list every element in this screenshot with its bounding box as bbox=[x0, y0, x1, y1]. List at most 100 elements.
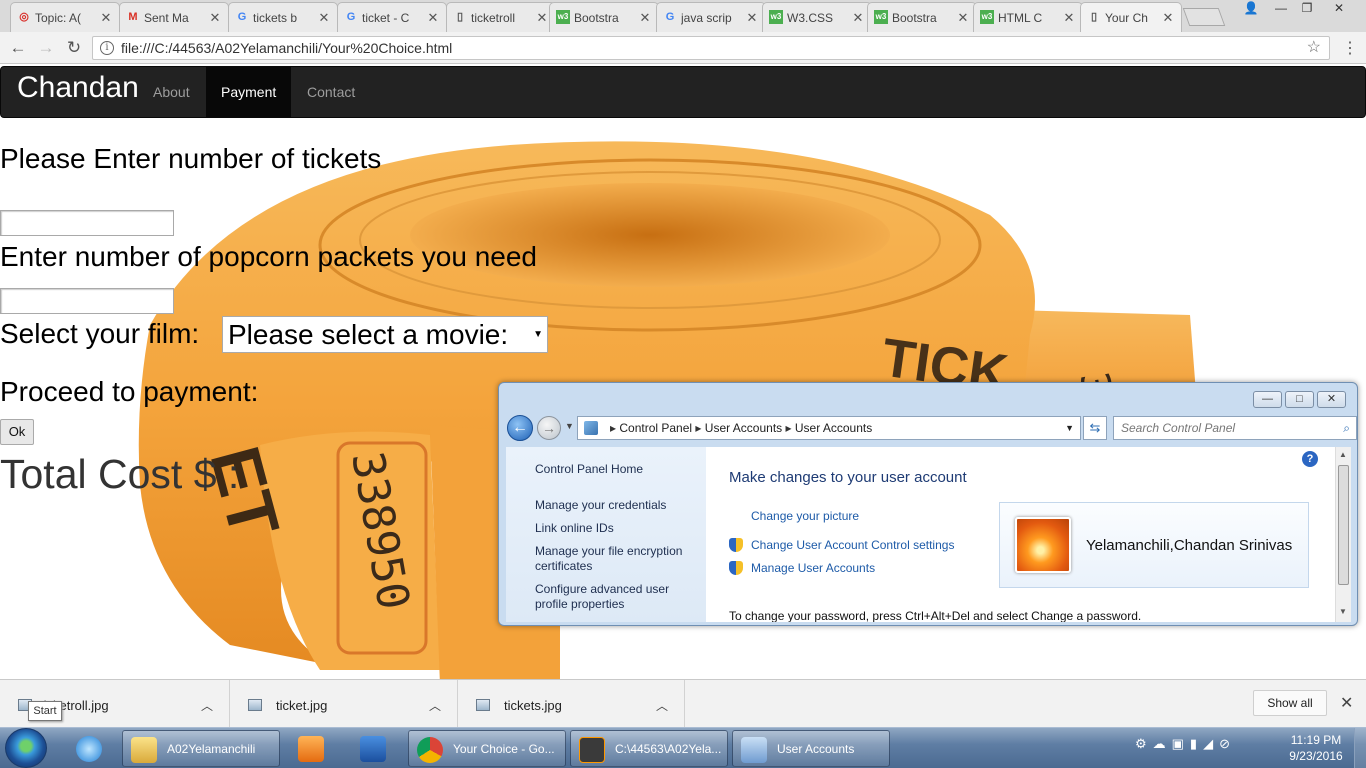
close-icon[interactable]: ✕ bbox=[317, 10, 331, 26]
user-accounts-window[interactable]: — □ ✕ ← → ▼ ▸ Control Panel ▸ User Accou… bbox=[498, 382, 1358, 626]
minimize-icon[interactable]: — bbox=[1253, 391, 1282, 408]
info-icon[interactable]: i bbox=[100, 41, 114, 55]
user-profile-icon[interactable]: 👤 bbox=[1238, 0, 1264, 18]
download-item[interactable]: tickets.jpg ︿ bbox=[458, 680, 685, 728]
breadcrumb-item[interactable]: User Accounts bbox=[705, 421, 782, 435]
nav-contact[interactable]: Contact bbox=[292, 67, 370, 117]
browser-tab[interactable]: w3 Bootstra ✕ bbox=[867, 2, 977, 32]
main-pane: ? Make changes to your user account Chan… bbox=[706, 447, 1336, 622]
close-icon[interactable]: ✕ bbox=[638, 10, 652, 26]
forward-arrow-icon[interactable]: → bbox=[537, 416, 561, 440]
taskbar-chrome[interactable]: Your Choice - Go... bbox=[408, 730, 566, 767]
browser-tab[interactable]: Gjava scrip ✕ bbox=[656, 2, 766, 32]
chevron-up-icon[interactable]: ︿ bbox=[201, 680, 213, 732]
scroll-down-icon[interactable]: ▼ bbox=[1339, 607, 1347, 616]
user-card: Yelamanchili,Chandan Srinivas bbox=[999, 502, 1309, 588]
link-uac-settings[interactable]: Change User Account Control settings bbox=[751, 538, 954, 552]
media-player-icon bbox=[298, 736, 324, 762]
link-online-ids[interactable]: Link online IDs bbox=[535, 521, 700, 536]
close-icon[interactable]: ✕ bbox=[1317, 391, 1346, 408]
popcorn-input[interactable] bbox=[0, 288, 174, 314]
browser-tab[interactable]: M Sent Ma ✕ bbox=[119, 2, 229, 32]
new-tab-button[interactable] bbox=[1182, 8, 1226, 26]
close-window-icon[interactable]: ✕ bbox=[1326, 0, 1352, 18]
browser-tab-active[interactable]: ▯ Your Ch ✕ bbox=[1080, 2, 1182, 32]
taskbar-user-accounts[interactable]: User Accounts bbox=[732, 730, 890, 767]
image-file-icon bbox=[476, 699, 490, 711]
back-icon[interactable]: ← bbox=[8, 38, 28, 58]
tab-label: ticket - C bbox=[362, 10, 410, 25]
browser-tab[interactable]: Gtickets b ✕ bbox=[228, 2, 338, 32]
browser-tab[interactable]: Gticket - C ✕ bbox=[337, 2, 447, 32]
download-item[interactable]: ticket.jpg ︿ bbox=[230, 680, 458, 728]
link-change-picture[interactable]: Change your picture bbox=[751, 509, 859, 523]
taskbar-visual-studio[interactable] bbox=[352, 730, 396, 767]
scroll-up-icon[interactable]: ▲ bbox=[1339, 450, 1347, 459]
url-text: file:///C:/44563/A02Yelamanchili/Your%20… bbox=[121, 40, 453, 56]
nav-about[interactable]: About bbox=[138, 67, 205, 117]
close-icon[interactable]: ✕ bbox=[745, 10, 759, 26]
scrollbar-thumb[interactable] bbox=[1338, 465, 1349, 585]
start-button-icon[interactable] bbox=[5, 728, 47, 768]
browser-tab[interactable]: w3 HTML C ✕ bbox=[973, 2, 1083, 32]
browser-tab[interactable]: w3 Bootstra ✕ bbox=[549, 2, 659, 32]
show-all-button[interactable]: Show all bbox=[1253, 690, 1327, 716]
breadcrumb-item[interactable]: Control Panel bbox=[619, 421, 692, 435]
breadcrumb-item[interactable]: User Accounts bbox=[795, 421, 872, 435]
ok-button[interactable]: Ok bbox=[0, 419, 34, 445]
taskbar-sublime[interactable]: C:\44563\A02Yela... bbox=[570, 730, 728, 767]
restore-icon[interactable]: ❐ bbox=[1294, 0, 1320, 18]
close-icon[interactable]: ✕ bbox=[1062, 10, 1076, 26]
movie-select[interactable]: Please select a movie: ▼ bbox=[222, 316, 548, 353]
w3schools-icon: w3 bbox=[769, 10, 783, 24]
reload-icon[interactable]: ↻ bbox=[64, 38, 84, 58]
taskbar-media-player[interactable] bbox=[290, 730, 334, 767]
close-icon[interactable]: ✕ bbox=[851, 10, 865, 26]
chevron-down-icon[interactable]: ▼ bbox=[1065, 417, 1074, 439]
show-desktop-button[interactable] bbox=[1354, 728, 1366, 768]
close-icon[interactable]: ✕ bbox=[1340, 693, 1353, 713]
browser-tab[interactable]: ◎ Topic: A(✕ bbox=[10, 2, 120, 32]
address-bar[interactable]: i file:///C:/44563/A02Yelamanchili/Your%… bbox=[92, 36, 1330, 60]
taskbar-ie[interactable] bbox=[68, 730, 112, 767]
vertical-scrollbar[interactable]: ▲ ▼ bbox=[1335, 447, 1351, 622]
control-panel-icon bbox=[584, 421, 598, 435]
link-manage-accounts[interactable]: Manage User Accounts bbox=[751, 561, 875, 575]
recent-pages-chevron-icon[interactable]: ▼ bbox=[565, 421, 574, 431]
minimize-icon[interactable]: — bbox=[1268, 0, 1294, 18]
breadcrumb[interactable]: ▸ Control Panel ▸ User Accounts ▸ User A… bbox=[577, 416, 1081, 440]
maximize-icon[interactable]: □ bbox=[1285, 391, 1314, 408]
search-icon[interactable]: ⌕ bbox=[1343, 417, 1350, 439]
nav-payment[interactable]: Payment bbox=[206, 67, 292, 117]
site-brand[interactable]: Chandan bbox=[17, 71, 139, 105]
browser-tab[interactable]: ▯ ticketroll ✕ bbox=[446, 2, 556, 32]
search-input[interactable]: Search Control Panel ⌕ bbox=[1113, 416, 1357, 440]
download-filename: ticket.jpg bbox=[276, 698, 328, 713]
close-icon[interactable]: ✕ bbox=[956, 10, 970, 26]
chevron-up-icon[interactable]: ︿ bbox=[656, 680, 668, 732]
close-icon[interactable]: ✕ bbox=[535, 10, 549, 26]
close-icon[interactable]: ✕ bbox=[426, 10, 440, 26]
close-icon[interactable]: ✕ bbox=[1161, 10, 1175, 26]
forward-icon[interactable]: → bbox=[36, 38, 56, 58]
link-manage-credentials[interactable]: Manage your credentials bbox=[535, 498, 700, 513]
back-arrow-icon[interactable]: ← bbox=[507, 415, 533, 441]
proceed-label: Proceed to payment: bbox=[0, 376, 259, 407]
close-icon[interactable]: ✕ bbox=[208, 10, 222, 26]
tab-label: ticketroll bbox=[471, 10, 516, 25]
user-avatar-flower-icon[interactable] bbox=[1015, 517, 1071, 573]
bookmark-star-icon[interactable]: ☆ bbox=[1307, 37, 1321, 59]
chevron-up-icon[interactable]: ︿ bbox=[429, 680, 441, 732]
taskbar-explorer[interactable]: A02Yelamanchili bbox=[122, 730, 280, 767]
system-tray[interactable]: ⚙☁▣▮◢⊘ bbox=[1135, 736, 1236, 752]
link-advanced-profile[interactable]: Configure advanced user profile properti… bbox=[535, 582, 700, 612]
tickets-input[interactable] bbox=[0, 210, 174, 236]
link-file-encryption[interactable]: Manage your file encryption certificates bbox=[535, 544, 700, 574]
browser-tab[interactable]: w3 W3.CSS ✕ bbox=[762, 2, 872, 32]
refresh-icon[interactable]: ⇆ bbox=[1083, 416, 1107, 440]
help-icon[interactable]: ? bbox=[1302, 451, 1318, 467]
close-icon[interactable]: ✕ bbox=[99, 10, 113, 26]
chrome-menu-icon[interactable]: ⋮ bbox=[1342, 38, 1358, 58]
link-control-panel-home[interactable]: Control Panel Home bbox=[535, 462, 700, 477]
system-clock[interactable]: 11:19 PM 9/23/2016 bbox=[1282, 732, 1350, 764]
